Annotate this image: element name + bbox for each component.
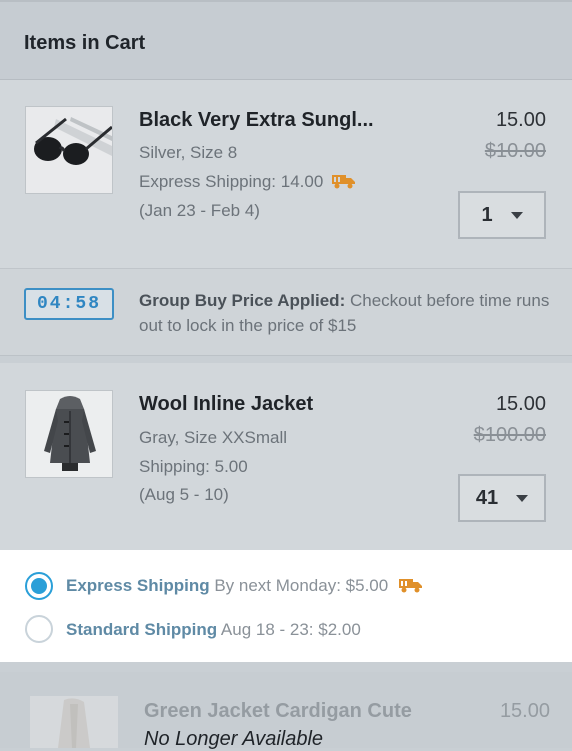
express-shipping-radio[interactable]	[25, 572, 53, 600]
shipping-options-panel	[0, 550, 572, 662]
product-thumbnail-cardigan	[30, 696, 118, 748]
group-buy-message: Group Buy Price Applied: Checkout before…	[139, 288, 559, 338]
jacket-image	[26, 391, 112, 477]
truck-icon	[332, 175, 356, 189]
standard-shipping-option[interactable]: Standard Shipping Aug 18 - 23: $2.00	[66, 620, 361, 640]
quantity-value: 1	[481, 203, 493, 226]
express-shipping-option[interactable]: Express Shipping By next Monday: $5.00	[66, 576, 423, 596]
item-name[interactable]: Black Very Extra Sungl...	[139, 109, 374, 132]
page-title: Items in Cart	[24, 32, 146, 54]
unavailable-item-price: 15.00	[499, 700, 550, 722]
truck-icon	[398, 579, 422, 593]
product-thumbnail-sunglasses[interactable]	[25, 106, 113, 194]
item-name[interactable]: Wool Inline Jacket	[139, 393, 313, 416]
standard-shipping-detail: Aug 18 - 23: $2.00	[217, 620, 361, 639]
group-buy-label: Group Buy Price Applied:	[139, 291, 346, 310]
unavailable-item-name: Green Jacket Cardigan Cute	[144, 700, 412, 722]
caret-down-icon	[510, 211, 523, 219]
item-variant: Silver, Size 8	[139, 143, 238, 162]
item-price: 15.00	[495, 393, 546, 415]
item-variant: Gray, Size XXSmall	[139, 428, 288, 447]
quantity-dropdown[interactable]: 1	[458, 191, 546, 239]
quantity-value: 41	[475, 486, 499, 509]
caret-down-icon	[516, 494, 529, 502]
quantity-dropdown[interactable]: 41	[458, 474, 546, 522]
item-old-price: $10.00	[484, 140, 546, 162]
cardigan-image	[30, 696, 118, 748]
item-price: 15.00	[495, 109, 546, 131]
item-shipping: Express Shipping: 14.00	[139, 167, 356, 196]
item-shipping: Shipping: 5.00	[139, 457, 248, 476]
item-delivery-dates: (Aug 5 - 10)	[139, 485, 229, 504]
express-shipping-detail: By next Monday: $5.00	[209, 576, 389, 595]
standard-shipping-radio[interactable]	[25, 615, 53, 643]
standard-shipping-label: Standard Shipping	[66, 620, 218, 639]
sunglasses-image	[26, 107, 112, 193]
countdown-timer: 04:58	[24, 288, 114, 320]
item-delivery-dates: (Jan 23 - Feb 4)	[139, 201, 260, 220]
item-old-price: $100.00	[473, 424, 546, 446]
express-shipping-label: Express Shipping	[66, 576, 210, 595]
product-thumbnail-jacket[interactable]	[25, 390, 113, 478]
item-shipping-text: Express Shipping: 14.00	[139, 172, 324, 191]
